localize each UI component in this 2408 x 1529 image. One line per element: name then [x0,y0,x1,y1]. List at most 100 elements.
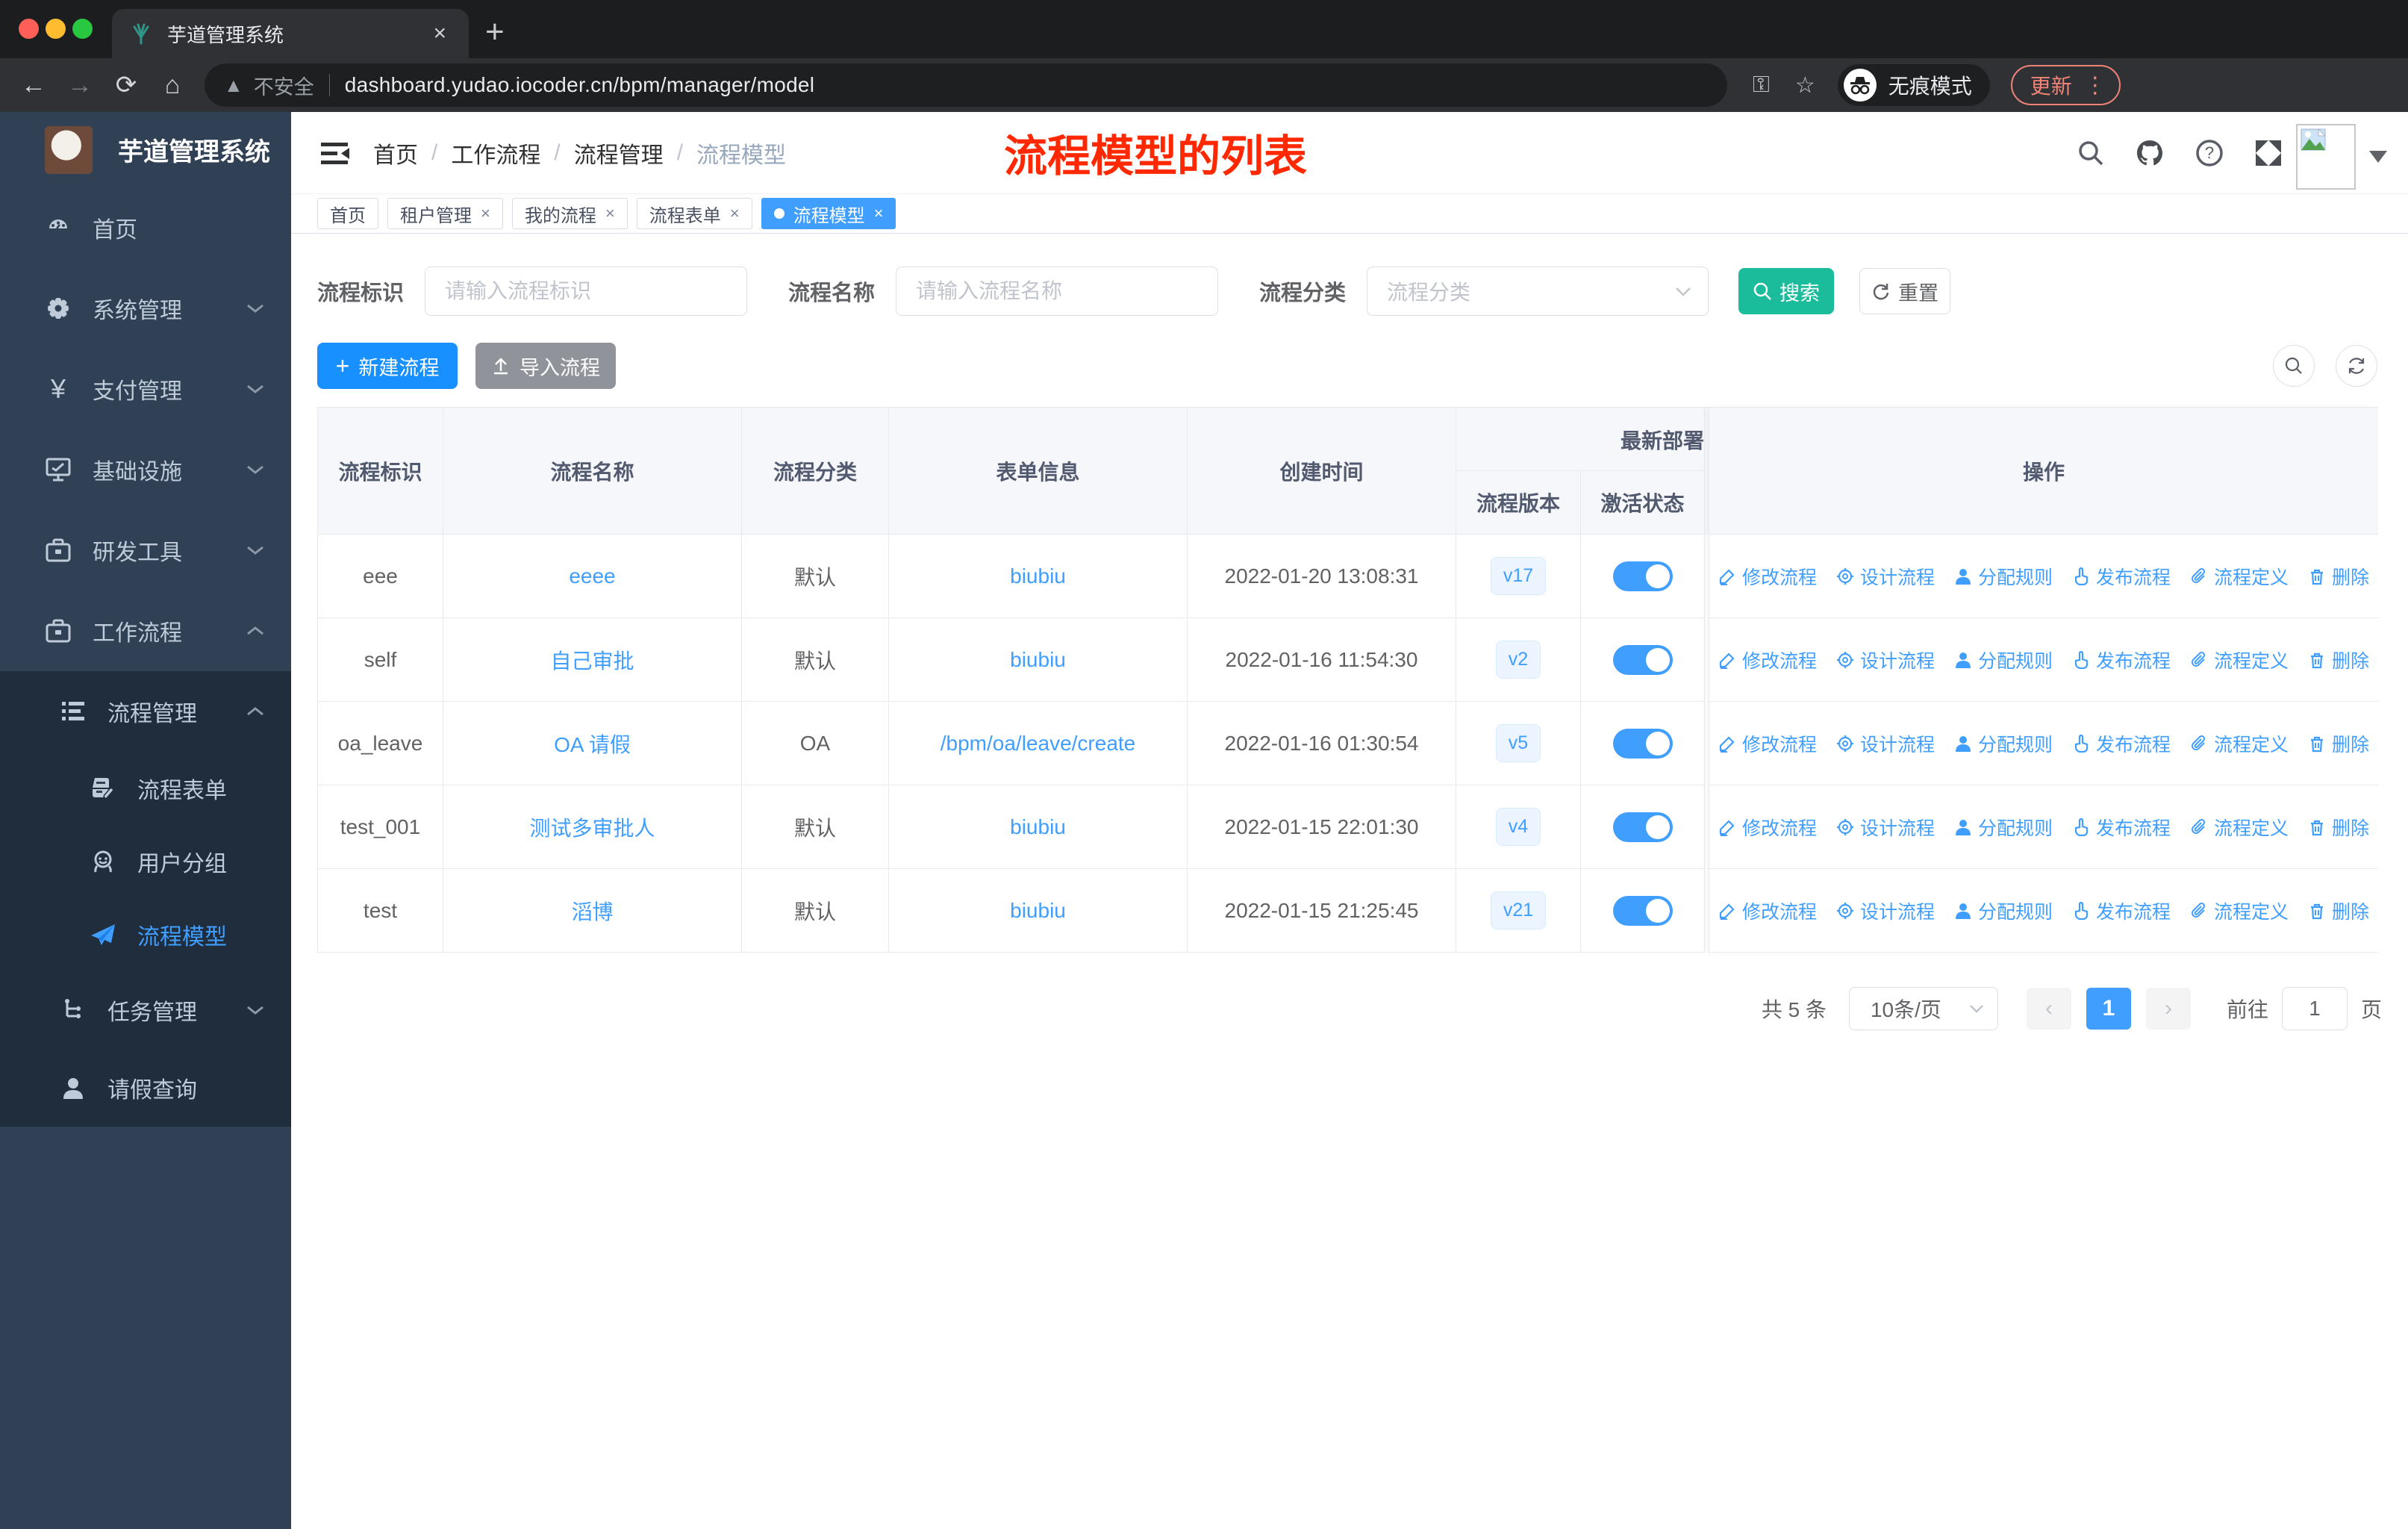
edit-process-link[interactable]: 修改流程 [1718,563,1817,590]
process-name-link[interactable]: eeee [569,564,615,588]
bookmark-star-icon[interactable]: ☆ [1795,72,1815,99]
design-process-link[interactable]: 设计流程 [1836,897,1935,924]
delete-link[interactable]: 删除 [2308,814,2369,841]
goto-page-input[interactable] [2281,987,2348,1030]
breadcrumb-process-management[interactable]: 流程管理 [574,137,664,169]
publish-process-link[interactable]: 发布流程 [2072,563,2171,590]
edit-process-link[interactable]: 修改流程 [1718,730,1817,757]
delete-link[interactable]: 删除 [2308,563,2369,590]
next-page-button[interactable]: › [2145,988,2191,1030]
assign-rule-link[interactable]: 分配规则 [1954,730,2053,757]
form-info-link[interactable]: /bpm/oa/leave/create [941,732,1136,756]
forward-button[interactable]: → [57,71,103,100]
page-number-button[interactable]: 1 [2086,988,2131,1030]
prev-page-button[interactable]: ‹ [2026,988,2071,1030]
delete-link[interactable]: 删除 [2308,647,2369,673]
process-definition-link[interactable]: 流程定义 [2190,730,2289,757]
active-toggle[interactable] [1612,895,1673,926]
view-tab-process-model[interactable]: 流程模型 × [761,198,896,229]
publish-process-link[interactable]: 发布流程 [2072,647,2171,673]
form-info-link[interactable]: biubiu [1010,815,1066,839]
edit-process-link[interactable]: 修改流程 [1718,814,1817,841]
address-bar[interactable]: ▲ 不安全 dashboard.yudao.iocoder.cn/bpm/man… [205,63,1727,107]
view-tab-tenant[interactable]: 租户管理 × [387,198,503,229]
sidebar-logo[interactable]: 芋道管理系统 [0,112,291,187]
close-window-button[interactable] [19,19,39,39]
maximize-window-button[interactable] [72,19,93,39]
process-name-link[interactable]: 自己审批 [550,645,634,675]
sidebar-item-task-management[interactable]: 任务管理 [0,971,291,1049]
active-toggle[interactable] [1612,812,1673,842]
assign-rule-link[interactable]: 分配规则 [1954,897,2053,924]
refresh-table-button[interactable] [2336,345,2377,387]
view-tab-process-form[interactable]: 流程表单 × [636,198,752,229]
process-category-select[interactable]: 流程分类 [1367,267,1709,316]
assign-rule-link[interactable]: 分配规则 [1954,563,2053,590]
sidebar-item-process-model[interactable]: 流程模型 [0,898,291,971]
page-size-select[interactable]: 10条/页 [1848,987,1998,1030]
view-tab-home[interactable]: 首页 [317,198,378,229]
sidebar-collapse-icon[interactable] [318,137,351,169]
toggle-search-button[interactable] [2273,345,2315,387]
new-tab-button[interactable]: + [485,13,505,51]
process-definition-link[interactable]: 流程定义 [2190,647,2289,673]
delete-link[interactable]: 删除 [2308,897,2369,924]
process-definition-link[interactable]: 流程定义 [2190,814,2289,841]
minimize-window-button[interactable] [46,19,66,39]
edit-process-link[interactable]: 修改流程 [1718,897,1817,924]
tab-close-icon[interactable]: × [428,21,451,46]
process-definition-link[interactable]: 流程定义 [2190,897,2289,924]
sidebar-item-infrastructure[interactable]: 基础设施 [0,429,291,510]
sidebar-item-leave-query[interactable]: 请假查询 [0,1049,291,1127]
close-icon[interactable]: × [874,204,884,223]
process-name-link[interactable]: 测试多审批人 [529,812,655,842]
user-avatar[interactable] [2296,124,2356,190]
form-info-link[interactable]: biubiu [1010,899,1066,923]
form-info-link[interactable]: biubiu [1010,564,1066,588]
active-toggle[interactable] [1612,561,1673,591]
browser-menu-icon[interactable]: ⋮ [2084,72,2107,99]
form-info-link[interactable]: biubiu [1010,648,1066,672]
view-tab-my-process[interactable]: 我的流程 × [511,198,628,229]
sidebar-item-devtools[interactable]: 研发工具 [0,510,291,591]
process-name-link[interactable]: OA 请假 [554,729,631,759]
avatar-dropdown-caret[interactable] [2369,151,2387,163]
edit-process-link[interactable]: 修改流程 [1718,647,1817,673]
design-process-link[interactable]: 设计流程 [1836,730,1935,757]
github-icon[interactable] [2135,138,2165,168]
sidebar-item-user-group[interactable]: 用户分组 [0,825,291,898]
process-definition-link[interactable]: 流程定义 [2190,563,2289,590]
close-icon[interactable]: × [481,204,490,223]
breadcrumb-workflow[interactable]: 工作流程 [451,137,540,169]
sidebar-item-process-management[interactable]: 流程管理 [0,671,291,752]
update-button[interactable]: 更新 ⋮ [2010,65,2121,105]
sidebar-item-workflow[interactable]: 工作流程 [0,591,291,671]
publish-process-link[interactable]: 发布流程 [2072,730,2171,757]
sidebar-item-process-form[interactable]: 流程表单 [0,752,291,825]
process-name-link[interactable]: 滔博 [571,896,613,926]
home-button[interactable]: ⌂ [149,71,196,100]
reload-button[interactable]: ⟳ [103,70,149,100]
reset-button[interactable]: 重置 [1859,268,1951,314]
design-process-link[interactable]: 设计流程 [1836,563,1935,590]
import-process-button[interactable]: 导入流程 [475,343,616,389]
browser-tab[interactable]: 芋道管理系统 × [112,9,469,58]
password-key-icon[interactable]: ⚿ [1753,72,1770,98]
close-icon[interactable]: × [605,204,615,223]
assign-rule-link[interactable]: 分配规则 [1954,814,2053,841]
back-button[interactable]: ← [10,71,57,100]
design-process-link[interactable]: 设计流程 [1836,647,1935,673]
process-id-input[interactable] [425,267,748,316]
search-icon[interactable] [2077,139,2105,167]
delete-link[interactable]: 删除 [2308,730,2369,757]
sidebar-item-system[interactable]: 系统管理 [0,268,291,349]
active-toggle[interactable] [1612,644,1673,675]
close-icon[interactable]: × [730,204,740,223]
sidebar-item-home[interactable]: 首页 [0,187,291,268]
fullscreen-icon[interactable] [2254,139,2283,167]
help-icon[interactable]: ? [2195,138,2224,168]
publish-process-link[interactable]: 发布流程 [2072,814,2171,841]
sidebar-item-payment[interactable]: ¥ 支付管理 [0,349,291,429]
process-name-input[interactable] [896,267,1219,316]
publish-process-link[interactable]: 发布流程 [2072,897,2171,924]
